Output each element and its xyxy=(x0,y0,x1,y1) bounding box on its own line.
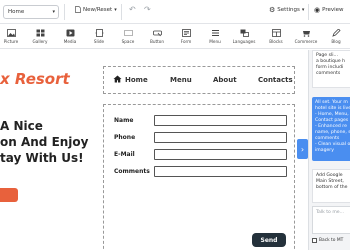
block-label: Slide xyxy=(93,39,105,44)
block-menu[interactable]: Menu xyxy=(201,27,229,47)
blocks-bar: Picture Gallery Media Slide Space Button… xyxy=(0,25,350,49)
site-brand[interactable]: x Resort xyxy=(0,70,70,88)
hero-heading[interactable]: A Nice on And Enjoy tay With Us! xyxy=(0,118,88,166)
preview-label: Preview xyxy=(322,7,344,13)
block-label: Picture xyxy=(3,39,19,44)
settings-label: Settings xyxy=(277,7,300,13)
block-label: Commerce xyxy=(294,39,318,44)
back-to-mt-label: Back to MT xyxy=(319,238,344,243)
block-commerce[interactable]: Commerce xyxy=(292,27,320,47)
languages-icon xyxy=(240,29,249,37)
chevron-down-icon: ▾ xyxy=(114,6,117,13)
blog-icon xyxy=(331,29,341,37)
block-label: Space xyxy=(121,39,135,44)
name-input[interactable] xyxy=(154,115,287,126)
block-label: Languages xyxy=(232,39,256,44)
toolbar-divider xyxy=(64,4,65,20)
new-reset-button[interactable]: New/Reset ▾ xyxy=(75,6,117,13)
block-label: Gallery xyxy=(32,39,48,44)
home-icon xyxy=(113,75,122,83)
media-icon xyxy=(66,29,75,37)
block-button[interactable]: Button xyxy=(143,27,171,47)
hero-button[interactable] xyxy=(0,188,18,202)
nav-item-home[interactable]: Home xyxy=(125,76,148,84)
top-toolbar: Home ▾ New/Reset ▾ ↶ ↷ ⚙ Settings ▾ ◉ Pr… xyxy=(0,0,350,24)
slide-icon xyxy=(95,29,104,37)
chat-message-assistant: All set. Your m hotel site is live - Hom… xyxy=(312,97,350,161)
redo-icon[interactable]: ↷ xyxy=(144,5,151,14)
block-blocks[interactable]: Blocks xyxy=(262,27,290,47)
email-input[interactable] xyxy=(154,149,287,160)
block-slide[interactable]: Slide xyxy=(85,27,113,47)
page-select-value: Home xyxy=(8,9,25,15)
hero-line: tay With Us! xyxy=(0,151,84,165)
editor-canvas[interactable]: x Resort A Nice on And Enjoy tay With Us… xyxy=(0,50,305,250)
phone-input[interactable] xyxy=(154,132,287,143)
nav-item-menu[interactable]: Menu xyxy=(170,76,192,84)
send-button[interactable]: Send xyxy=(252,233,286,247)
block-label: Button xyxy=(149,39,165,44)
chat-message-user: Page sli... a boutique h form includi co… xyxy=(312,50,350,88)
block-label: Form xyxy=(180,39,192,44)
chat-panel: Page sli... a boutique h form includi co… xyxy=(308,50,350,250)
block-languages[interactable]: Languages xyxy=(230,27,258,47)
block-label: Menu xyxy=(209,39,221,44)
form-label-name: Name xyxy=(114,117,134,124)
back-to-mt-toggle[interactable]: Back to MT xyxy=(312,238,343,243)
nav-item-about[interactable]: About xyxy=(213,76,237,84)
chat-input[interactable]: Talk to me... xyxy=(312,206,350,234)
page-select[interactable]: Home ▾ xyxy=(3,5,59,19)
form-label-phone: Phone xyxy=(114,134,136,141)
hero-line: on And Enjoy xyxy=(0,135,89,149)
preview-button[interactable]: ◉ Preview xyxy=(314,6,344,14)
space-icon xyxy=(123,29,133,37)
toolbar-divider xyxy=(308,4,309,20)
checkbox[interactable] xyxy=(312,238,317,243)
chevron-right-icon[interactable]: › xyxy=(297,139,308,159)
chevron-down-icon: ▾ xyxy=(301,7,305,13)
block-space[interactable]: Space xyxy=(114,27,142,47)
site-nav[interactable]: Home Menu About Contacts xyxy=(103,66,295,94)
button-icon xyxy=(152,29,162,37)
block-label: Media xyxy=(63,39,77,44)
chevron-down-icon: ▾ xyxy=(52,9,55,15)
toolbar-divider xyxy=(121,4,122,20)
new-reset-label: New/Reset xyxy=(83,6,113,13)
block-media[interactable]: Media xyxy=(56,27,84,47)
file-icon xyxy=(75,6,81,13)
settings-button[interactable]: ⚙ Settings ▾ xyxy=(269,6,304,14)
picture-icon xyxy=(6,29,16,37)
block-gallery[interactable]: Gallery xyxy=(26,27,54,47)
gear-icon: ⚙ xyxy=(269,6,276,14)
hero-line: A Nice xyxy=(0,119,43,133)
gallery-icon xyxy=(36,29,45,37)
contact-form[interactable]: Name Phone E-Mail Comments Send xyxy=(103,104,295,250)
nav-item-contacts[interactable]: Contacts xyxy=(258,76,293,84)
comments-input[interactable] xyxy=(154,166,287,177)
form-icon xyxy=(181,29,191,37)
chat-message-user: Add Google Main Street, bottom of the xyxy=(312,169,350,203)
blocks-icon xyxy=(271,29,281,37)
form-label-email: E-Mail xyxy=(114,151,135,158)
menu-icon xyxy=(211,29,220,37)
eye-icon: ◉ xyxy=(314,6,321,14)
block-label: Blocks xyxy=(269,39,283,44)
commerce-icon xyxy=(302,29,311,37)
block-form[interactable]: Form xyxy=(172,27,200,47)
block-label: Blog xyxy=(331,39,341,44)
form-label-comments: Comments xyxy=(114,168,150,175)
undo-icon[interactable]: ↶ xyxy=(129,5,136,14)
block-picture[interactable]: Picture xyxy=(0,27,25,47)
block-blog[interactable]: Blog xyxy=(322,27,350,47)
